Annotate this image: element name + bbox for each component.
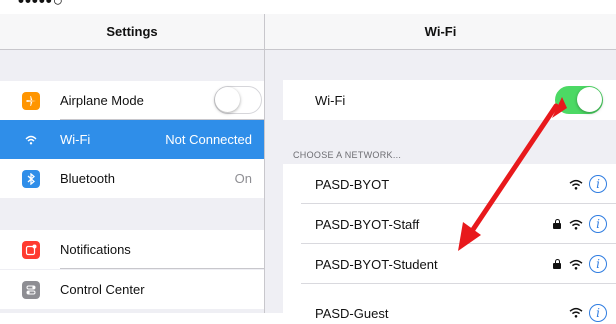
lock-icon — [553, 219, 561, 229]
info-icon[interactable]: i — [589, 215, 607, 233]
settings-title: Settings — [0, 14, 264, 50]
sidebar-item-label: Bluetooth — [60, 171, 115, 186]
wifi-signal-icon — [569, 179, 583, 190]
wifi-signal-icon — [569, 219, 583, 230]
network-name: PASD-BYOT-Staff — [315, 216, 420, 232]
sidebar-item-label: Control Center — [60, 282, 145, 297]
sidebar-item-control-center[interactable]: Control Center — [0, 270, 264, 309]
sidebar-item-notifications[interactable]: Notifications — [0, 230, 264, 269]
sidebar-item-label: Wi-Fi — [60, 132, 91, 147]
notifications-icon — [22, 240, 40, 259]
sidebar-item-airplane-mode[interactable]: Airplane Mode — [0, 81, 264, 120]
wifi-signal-icon — [569, 259, 583, 270]
settings-sidebar: Settings Airplane Mode Wi-Fi Not Connect… — [0, 14, 264, 313]
airplane-icon — [22, 91, 40, 110]
info-icon[interactable]: i — [589, 304, 607, 322]
toggle-knob — [577, 87, 602, 112]
sidebar-item-label: Airplane Mode — [60, 93, 144, 108]
info-icon[interactable]: i — [589, 175, 607, 193]
network-row-pasd-byot[interactable]: PASD-BYOT i — [283, 164, 616, 204]
wifi-status-value: Not Connected — [165, 132, 252, 147]
network-name: PASD-BYOT-Student — [315, 256, 438, 272]
toggle-knob — [215, 87, 240, 112]
info-icon[interactable]: i — [589, 255, 607, 273]
wifi-toggle[interactable] — [555, 86, 603, 114]
sidebar-item-label: Notifications — [60, 242, 131, 257]
network-row-pasd-byot-student[interactable]: PASD-BYOT-Student i — [283, 244, 616, 284]
wifi-toggle-label: Wi-Fi — [315, 92, 346, 108]
wifi-icon — [22, 130, 40, 149]
network-name: PASD-BYOT — [315, 176, 390, 192]
sidebar-item-wifi[interactable]: Wi-Fi Not Connected — [0, 120, 264, 159]
bluetooth-status-value: On — [234, 171, 252, 186]
signal-dots: •••••○ — [18, 0, 65, 10]
control-center-icon — [22, 280, 40, 299]
airplane-mode-toggle[interactable] — [214, 86, 262, 114]
status-bar: •••••○ — [0, 0, 616, 14]
wifi-toggle-row: Wi-Fi — [283, 80, 616, 120]
sidebar-item-bluetooth[interactable]: Bluetooth On — [0, 159, 264, 198]
wifi-title: Wi-Fi — [265, 14, 616, 50]
network-list: PASD-BYOT i PASD-BYOT-Staff i PASD-BYOT-… — [283, 164, 616, 322]
section-header: CHOOSE A NETWORK... — [293, 150, 402, 160]
network-row-pasd-guest[interactable]: PASD-Guest i — [283, 284, 616, 324]
network-name: PASD-Guest — [315, 306, 389, 321]
wifi-detail-panel: Wi-Fi Wi-Fi CHOOSE A NETWORK... PASD-BYO… — [265, 14, 616, 322]
wifi-toggle-card: Wi-Fi — [283, 80, 616, 120]
bluetooth-icon — [22, 169, 40, 188]
network-row-pasd-byot-staff[interactable]: PASD-BYOT-Staff i — [283, 204, 616, 244]
lock-icon — [553, 259, 561, 269]
